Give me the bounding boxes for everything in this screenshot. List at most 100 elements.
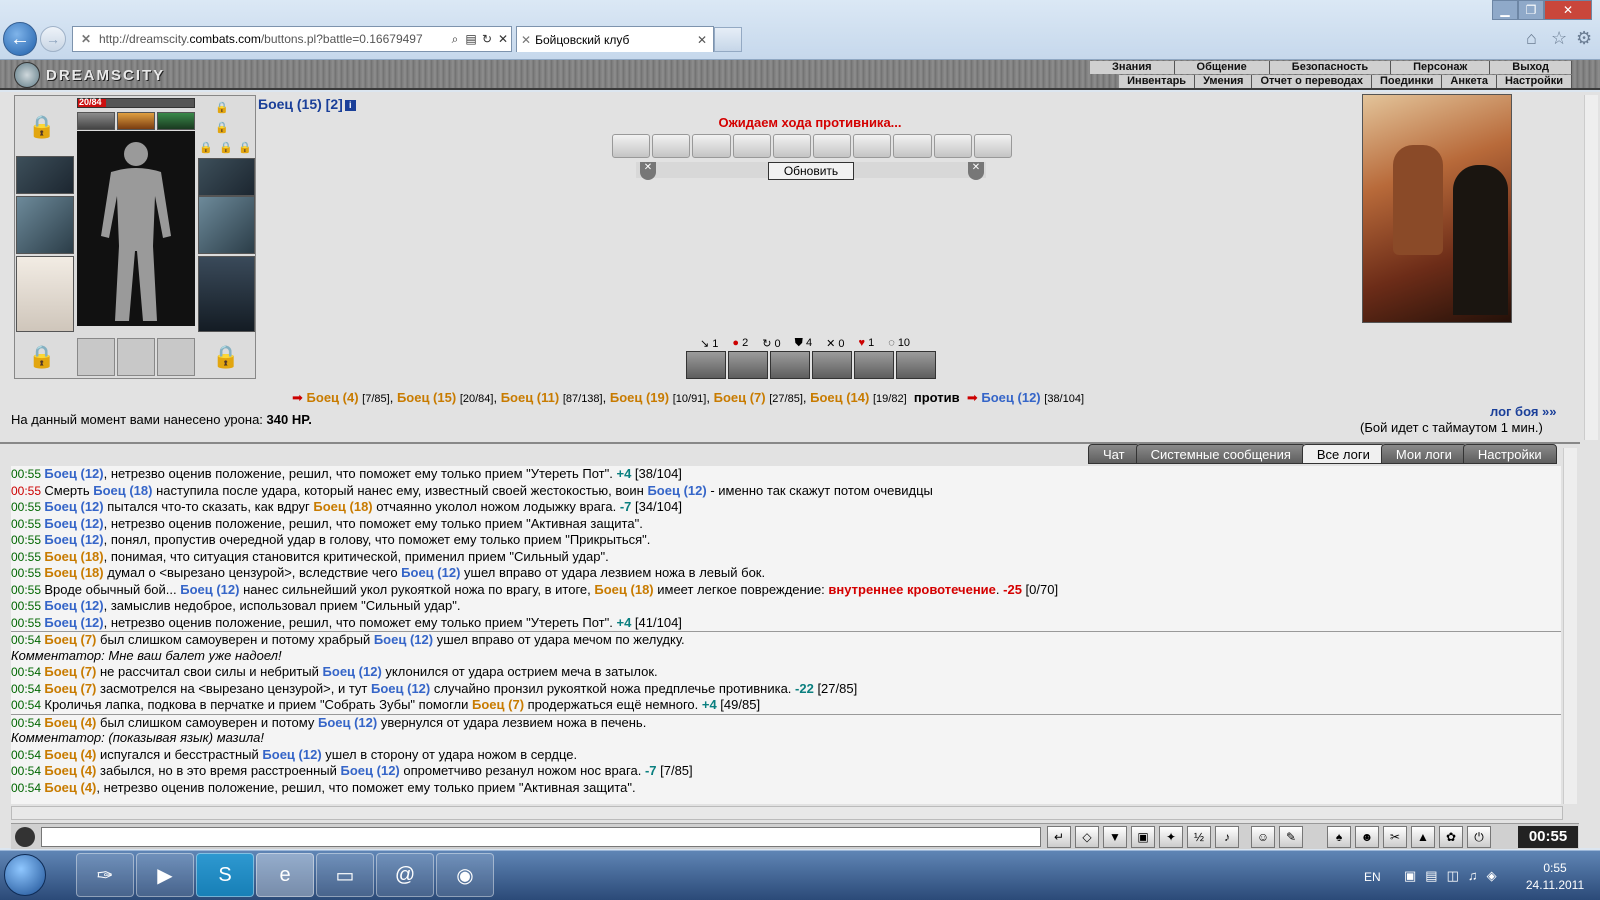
fighter-link[interactable]: Боец (7): [714, 390, 766, 405]
ring-slot-3[interactable]: [157, 112, 195, 130]
bag-icon[interactable]: ▲: [1411, 826, 1435, 848]
fighter-link[interactable]: Боец (12): [262, 747, 321, 762]
menu-knowledge[interactable]: Знания: [1090, 61, 1175, 74]
language-indicator[interactable]: EN: [1364, 870, 1381, 884]
page-scrollbar[interactable]: [1584, 95, 1598, 440]
fighter-link[interactable]: Боец (12): [374, 632, 433, 647]
fighter-link[interactable]: Боец (18): [313, 499, 372, 514]
trick-counter-button[interactable]: [896, 351, 936, 379]
tab-system-messages[interactable]: Системные сообщения: [1135, 444, 1306, 464]
log-horizontal-scrollbar[interactable]: [11, 806, 1563, 820]
menu-inventory[interactable]: Инвентарь: [1119, 75, 1196, 88]
fighter-link[interactable]: Боец (18): [594, 582, 653, 597]
settings-icon[interactable]: ⚙: [1576, 28, 1592, 49]
close-window-button[interactable]: ✕: [1544, 0, 1592, 20]
chrome-icon[interactable]: ◉: [436, 853, 494, 897]
trick-strike-button[interactable]: [812, 351, 852, 379]
sound-icon[interactable]: ♪: [1215, 826, 1239, 848]
fighter-link[interactable]: Боец (12): [44, 615, 103, 630]
exit-icon[interactable]: ⏻: [1467, 826, 1491, 848]
fighter-link[interactable]: Боец (12): [647, 483, 706, 498]
armor-slot[interactable]: [16, 256, 74, 332]
minimize-button[interactable]: ▁: [1492, 0, 1518, 20]
folder-icon[interactable]: ▭: [316, 853, 374, 897]
back-button[interactable]: ←: [3, 22, 37, 56]
trick-block-button[interactable]: [854, 351, 894, 379]
mask-icon[interactable]: ☻: [1355, 826, 1379, 848]
ring-slot-2[interactable]: [117, 112, 155, 130]
refresh-icon[interactable]: ↻: [479, 32, 495, 46]
chat-avatar-icon[interactable]: [15, 827, 35, 847]
chat-input[interactable]: [41, 827, 1041, 847]
log-scrollbar[interactable]: [1563, 448, 1577, 804]
fighter-link[interactable]: Боец (4): [44, 715, 96, 730]
gloves-slot[interactable]: [16, 156, 74, 194]
effects-icon[interactable]: ♠: [1327, 826, 1351, 848]
info-icon[interactable]: i: [344, 99, 356, 111]
belt-slot-3[interactable]: [157, 338, 195, 376]
run-icon[interactable]: ✦: [1159, 826, 1183, 848]
tray-icons[interactable]: ▣▤◫♫◈: [1404, 868, 1506, 884]
group-icon[interactable]: ✿: [1439, 826, 1463, 848]
search-icon[interactable]: ⌕: [447, 32, 463, 47]
fighter-link[interactable]: Боец (18): [44, 565, 103, 580]
fighter-link[interactable]: Боец (12): [44, 466, 103, 481]
fighter-link[interactable]: Боец (7): [44, 632, 96, 647]
trick-shield-button[interactable]: [686, 351, 726, 379]
save-log-icon[interactable]: ▣: [1131, 826, 1155, 848]
fighter-link[interactable]: Боец (12): [44, 532, 103, 547]
maximize-button[interactable]: ❐: [1518, 0, 1544, 20]
fighter-link[interactable]: Боец (12): [44, 499, 103, 514]
fighter-link[interactable]: Боец (14): [810, 390, 869, 405]
shuffle-icon[interactable]: ✂: [1383, 826, 1407, 848]
mail-agent-icon[interactable]: @: [376, 853, 434, 897]
fighter-link[interactable]: Боец (7): [472, 697, 524, 712]
opponent-link[interactable]: Боец (12): [981, 390, 1040, 405]
belt-slot-1[interactable]: [77, 338, 115, 376]
fighter-link[interactable]: Боец (7): [44, 681, 96, 696]
menu-settings[interactable]: Настройки: [1496, 75, 1572, 88]
tab-close-icon[interactable]: ✕: [697, 33, 713, 47]
compat-view-icon[interactable]: ▤: [463, 32, 479, 46]
start-button[interactable]: [4, 854, 46, 896]
trick-slash-button[interactable]: [728, 351, 768, 379]
fighter-link[interactable]: Боец (7): [44, 664, 96, 679]
skype-icon[interactable]: S: [196, 853, 254, 897]
stop-icon[interactable]: ✕: [495, 32, 511, 46]
tab-my-logs[interactable]: Мои логи: [1380, 444, 1467, 464]
home-icon[interactable]: ⌂: [1526, 28, 1537, 49]
menu-skills[interactable]: Умения: [1195, 75, 1253, 88]
pointer-app-icon[interactable]: ✑: [76, 853, 134, 897]
smile-icon[interactable]: ☺: [1251, 826, 1275, 848]
forward-button[interactable]: →: [40, 26, 66, 52]
weapon-right-slot[interactable]: [198, 196, 255, 254]
fighter-link[interactable]: Боец (4): [44, 747, 96, 762]
tab-settings[interactable]: Настройки: [1462, 444, 1557, 464]
fighter-link[interactable]: Боец (12): [341, 763, 400, 778]
fighter-link[interactable]: Боец (18): [44, 549, 103, 564]
menu-profile[interactable]: Анкета: [1442, 75, 1497, 88]
eraser-icon[interactable]: ◇: [1075, 826, 1099, 848]
ring-slot-1[interactable]: [77, 112, 115, 130]
menu-security[interactable]: Безопасность: [1269, 61, 1392, 74]
fighter-link[interactable]: Боец (12): [180, 582, 239, 597]
tray-clock[interactable]: 0:55 24.11.2011: [1520, 860, 1590, 894]
weapon-left-slot[interactable]: [16, 196, 74, 254]
fighter-link[interactable]: Боец (4): [307, 390, 359, 405]
fighter-link[interactable]: Боец (12): [401, 565, 460, 580]
fighter-link[interactable]: Боец (12): [323, 664, 382, 679]
fighter-link[interactable]: Боец (12): [44, 516, 103, 531]
fighter-link[interactable]: Боец (15): [397, 390, 456, 405]
fighter-link[interactable]: Боец (4): [44, 763, 96, 778]
bracers-slot[interactable]: [198, 158, 255, 196]
tab-chat[interactable]: Чат: [1088, 444, 1140, 464]
send-icon[interactable]: ↵: [1047, 826, 1071, 848]
filter-icon[interactable]: ▼: [1103, 826, 1127, 848]
translit-icon[interactable]: ½: [1187, 826, 1211, 848]
internet-explorer-icon[interactable]: e: [256, 853, 314, 897]
fighter-link[interactable]: Боец (18): [93, 483, 152, 498]
fighter-link[interactable]: Боец (19): [610, 390, 669, 405]
fighter-name[interactable]: Боец (15) [2] i: [258, 96, 356, 112]
browser-tab[interactable]: ✕ Бойцовский клуб ✕: [516, 26, 714, 52]
pants-slot[interactable]: [198, 256, 255, 332]
